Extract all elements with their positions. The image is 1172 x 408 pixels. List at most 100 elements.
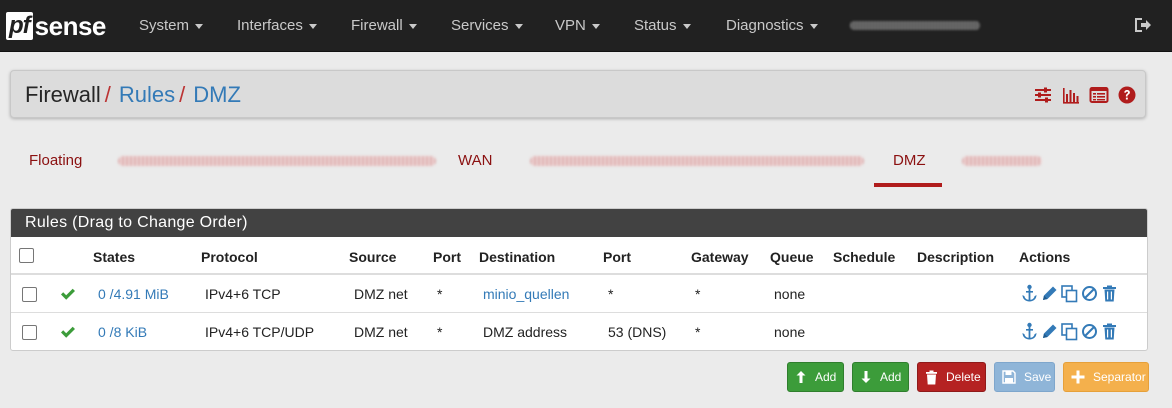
gateway-cell: * — [695, 286, 701, 302]
nav-menu-interfaces[interactable]: Interfaces — [237, 0, 317, 51]
tab-redacted[interactable] — [118, 156, 436, 166]
port-cell: * — [437, 324, 443, 340]
rules-panel-title: Rules (Drag to Change Order) — [11, 209, 1147, 237]
row-actions — [1021, 322, 1118, 341]
save-label: Save — [1024, 370, 1052, 384]
delete-label: Delete — [946, 370, 981, 384]
sliders-icon[interactable] — [1033, 85, 1053, 105]
column-header-queue[interactable]: Queue — [770, 237, 814, 277]
row-select-checkbox[interactable] — [22, 325, 37, 340]
tab-floating[interactable]: Floating — [29, 140, 82, 186]
nav-menu-vpn[interactable]: VPN — [555, 0, 600, 51]
rules-panel: Rules (Drag to Change Order) States Prot… — [10, 208, 1148, 351]
add-separator-button[interactable]: Separator — [1063, 362, 1149, 392]
breadcrumb-rules-link[interactable]: Rules — [119, 82, 175, 107]
anchor-icon[interactable] — [1021, 322, 1038, 341]
nav-menu-services[interactable]: Services — [451, 0, 523, 51]
add-rule-bottom-button[interactable]: Add — [852, 362, 909, 392]
column-header-schedule[interactable]: Schedule — [833, 237, 895, 277]
queue-cell: none — [774, 324, 806, 340]
nav-label: Services — [451, 17, 509, 34]
pfsense-logo[interactable]: pf sense — [6, 10, 106, 42]
ban-disable-icon[interactable] — [1081, 284, 1098, 303]
pencil-edit-icon[interactable] — [1041, 322, 1058, 341]
column-header-protocol[interactable]: Protocol — [201, 237, 258, 277]
column-header-destination[interactable]: Destination — [479, 237, 555, 277]
destination-alias-link[interactable]: minio_quellen — [483, 275, 569, 313]
caret-down-icon — [591, 23, 600, 29]
row-actions — [1021, 284, 1118, 303]
check-icon — [59, 323, 77, 341]
logo-sense-text: sense — [34, 10, 107, 41]
hostname-redacted — [850, 21, 980, 30]
caret-down-icon — [408, 23, 417, 29]
trash-delete-icon[interactable] — [1101, 284, 1118, 303]
add-top-label: Add — [815, 370, 837, 384]
nav-label: Diagnostics — [726, 17, 804, 34]
caret-down-icon — [682, 23, 691, 29]
column-header-gateway[interactable]: Gateway — [691, 237, 749, 277]
nav-label: Interfaces — [237, 17, 303, 34]
tab-redacted[interactable] — [962, 156, 1042, 166]
dest-port-cell: 53 (DNS) — [608, 324, 667, 340]
copy-icon[interactable] — [1061, 284, 1078, 303]
save-button[interactable]: Save — [994, 362, 1055, 392]
pencil-edit-icon[interactable] — [1041, 284, 1058, 303]
dest-port-cell: * — [608, 286, 614, 302]
caret-down-icon — [195, 23, 204, 29]
column-header-source[interactable]: Source — [349, 237, 396, 277]
interface-tabs: Floating WAN DMZ — [10, 140, 1146, 186]
ban-disable-icon[interactable] — [1081, 322, 1098, 341]
queue-cell: none — [774, 286, 806, 302]
delete-button[interactable]: Delete — [917, 362, 986, 392]
anchor-icon[interactable] — [1021, 284, 1038, 303]
nav-menu-diagnostics[interactable]: Diagnostics — [726, 0, 818, 51]
table-row[interactable]: 0 /4.91 MiB IPv4+6 TCP DMZ net * minio_q… — [11, 275, 1147, 313]
tab-redacted[interactable] — [530, 156, 864, 166]
nav-label: Firewall — [351, 17, 403, 34]
nav-label: Status — [634, 17, 677, 34]
trash-delete-icon[interactable] — [1101, 322, 1118, 341]
breadcrumb-separator: / — [179, 82, 186, 107]
logo-pf-text: pf — [6, 12, 33, 40]
list-log-icon[interactable] — [1089, 85, 1109, 105]
nav-menu-firewall[interactable]: Firewall — [351, 0, 417, 51]
source-cell: DMZ net — [354, 286, 408, 302]
row-select-checkbox[interactable] — [22, 287, 37, 302]
check-icon — [59, 285, 77, 303]
breadcrumb-shortcuts — [1033, 85, 1137, 105]
column-header-dest-port[interactable]: Port — [603, 237, 631, 277]
breadcrumb-separator: / — [104, 82, 111, 107]
nav-menu-system[interactable]: System — [139, 0, 204, 51]
logout-icon[interactable] — [1132, 15, 1152, 35]
column-header-states[interactable]: States — [93, 237, 135, 277]
arrow-down-icon — [861, 371, 871, 383]
tab-wan[interactable]: WAN — [458, 140, 492, 186]
breadcrumb-firewall: Firewall — [25, 82, 101, 107]
breadcrumb-panel: Firewall / Rules / DMZ — [10, 70, 1146, 118]
protocol-cell: IPv4+6 TCP/UDP — [205, 324, 315, 340]
add-rule-top-button[interactable]: Add — [787, 362, 844, 392]
tab-dmz[interactable]: DMZ — [893, 140, 926, 186]
help-icon[interactable] — [1117, 85, 1137, 105]
table-row[interactable]: 0 /8 KiB IPv4+6 TCP/UDP DMZ net * DMZ ad… — [11, 313, 1147, 350]
table-header-row: States Protocol Source Port Destination … — [11, 237, 1147, 275]
states-link[interactable]: 0 /4.91 MiB — [98, 275, 169, 313]
source-cell: DMZ net — [354, 324, 408, 340]
column-header-description[interactable]: Description — [917, 237, 994, 277]
protocol-cell: IPv4+6 TCP — [205, 286, 281, 302]
column-header-actions: Actions — [1019, 249, 1071, 265]
breadcrumb: Firewall / Rules / DMZ — [25, 82, 241, 108]
caret-down-icon — [809, 23, 818, 29]
breadcrumb-dmz-link[interactable]: DMZ — [193, 82, 241, 107]
bar-chart-icon[interactable] — [1061, 85, 1081, 105]
copy-icon[interactable] — [1061, 322, 1078, 341]
column-header-port[interactable]: Port — [433, 237, 461, 277]
plus-icon — [1071, 370, 1085, 384]
states-link[interactable]: 0 /8 KiB — [98, 313, 147, 350]
nav-menu-status[interactable]: Status — [634, 0, 691, 51]
caret-down-icon — [514, 23, 523, 29]
trash-icon — [926, 370, 937, 384]
select-all-checkbox[interactable] — [19, 248, 34, 263]
port-cell: * — [437, 286, 443, 302]
